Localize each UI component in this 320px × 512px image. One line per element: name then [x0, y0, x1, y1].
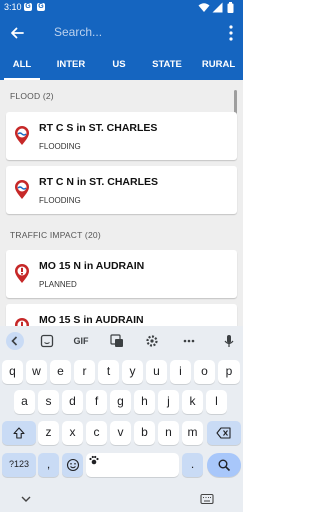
tab-all[interactable]: ALL: [0, 50, 44, 80]
key-z[interactable]: z: [38, 421, 59, 445]
list-item[interactable]: RT C S in ST. CHARLES FLOODING: [6, 112, 237, 160]
gif-button[interactable]: GIF: [72, 332, 90, 350]
paw-icon: [89, 455, 99, 465]
item-subtitle: PLANNED: [39, 280, 77, 289]
back-arrow-icon[interactable]: [6, 22, 28, 44]
tab-inter[interactable]: INTER: [44, 50, 98, 80]
item-subtitle: FLOODING: [39, 142, 81, 151]
key-f[interactable]: f: [86, 390, 107, 414]
chevron-left-icon: [11, 336, 18, 346]
flood-pin-icon: [15, 126, 29, 145]
keyboard-switch-icon[interactable]: [200, 493, 214, 505]
key-j[interactable]: j: [158, 390, 179, 414]
key-o[interactable]: o: [194, 360, 215, 384]
item-title: RT C N in ST. CHARLES: [39, 176, 159, 188]
more-horiz-icon: [183, 339, 195, 343]
item-title: MO 15 S in AUDRAIN: [39, 314, 144, 326]
tab-rural[interactable]: RURAL: [194, 50, 243, 80]
more-options-button[interactable]: [180, 332, 198, 350]
keyboard-toolbar: GIF: [0, 326, 243, 356]
sticker-icon: [40, 334, 54, 348]
key-w[interactable]: w: [26, 360, 47, 384]
symbols-key[interactable]: ?123: [2, 453, 36, 477]
traffic-impact-pin-icon: [15, 264, 29, 283]
key-s[interactable]: s: [38, 390, 59, 414]
tab-state[interactable]: STATE: [140, 50, 194, 80]
list-item[interactable]: RT C N in ST. CHARLES FLOODING: [6, 166, 237, 214]
translate-button[interactable]: [108, 332, 126, 350]
key-v[interactable]: v: [110, 421, 131, 445]
wifi-icon: [198, 3, 210, 12]
key-u[interactable]: u: [146, 360, 167, 384]
list-item[interactable]: MO 15 N in AUDRAIN PLANNED: [6, 250, 237, 298]
section-header-traffic-impact: TRAFFIC IMPACT (20): [10, 230, 101, 240]
key-k[interactable]: k: [182, 390, 203, 414]
list-item[interactable]: MO 15 S in AUDRAIN: [6, 304, 237, 326]
tab-us[interactable]: US: [98, 50, 140, 80]
key-r[interactable]: r: [74, 360, 95, 384]
item-subtitle: FLOODING: [39, 196, 81, 205]
microphone-icon: [224, 335, 234, 347]
shift-icon: [13, 427, 25, 439]
voice-input-button[interactable]: [220, 332, 238, 350]
key-g[interactable]: g: [110, 390, 131, 414]
key-q[interactable]: q: [2, 360, 23, 384]
key-l[interactable]: l: [206, 390, 227, 414]
battery-icon: [227, 2, 234, 13]
system-navigation-bar: [0, 488, 243, 512]
key-x[interactable]: x: [62, 421, 83, 445]
key-y[interactable]: y: [122, 360, 143, 384]
search-input[interactable]: Search...: [54, 25, 102, 39]
search-icon: [218, 459, 231, 472]
key-e[interactable]: e: [50, 360, 71, 384]
item-title: MO 15 N in AUDRAIN: [39, 260, 145, 272]
backspace-icon: [216, 427, 231, 439]
key-n[interactable]: n: [158, 421, 179, 445]
key-a[interactable]: a: [14, 390, 35, 414]
search-key[interactable]: [207, 453, 241, 477]
event-list[interactable]: FLOOD (2) RT C S in ST. CHARLES FLOODING…: [0, 80, 243, 326]
key-t[interactable]: t: [98, 360, 119, 384]
key-b[interactable]: b: [134, 421, 155, 445]
keyboard-collapse-button[interactable]: [6, 332, 24, 350]
item-title: RT C S in ST. CHARLES: [39, 122, 158, 134]
tab-bar: ALL INTER US STATE RURAL: [0, 50, 243, 80]
cellular-signal-icon: [212, 2, 223, 13]
key-p[interactable]: p: [218, 360, 240, 384]
on-screen-keyboard: GIF q w e r t y u i o p a s d f g h j k …: [0, 326, 243, 488]
status-time: 3:10: [4, 2, 22, 12]
emoji-icon: [66, 458, 79, 472]
emoji-key[interactable]: [62, 453, 83, 477]
translate-icon: [110, 334, 123, 347]
period-key[interactable]: .: [182, 453, 203, 477]
key-m[interactable]: m: [182, 421, 203, 445]
settings-button[interactable]: [143, 332, 161, 350]
section-header-flood: FLOOD (2): [10, 91, 54, 101]
more-vert-icon[interactable]: [225, 23, 237, 43]
comma-key[interactable]: ,: [38, 453, 59, 477]
shift-key[interactable]: [2, 421, 36, 445]
screen: 3:10 G G Search... ALL INTER US STATE RU…: [0, 0, 243, 512]
backspace-key[interactable]: [207, 421, 241, 445]
flood-pin-icon: [15, 180, 29, 199]
traffic-impact-pin-icon: [15, 318, 29, 326]
space-key[interactable]: [86, 453, 179, 477]
status-bar: 3:10 G G: [0, 0, 243, 16]
hide-keyboard-icon[interactable]: [20, 494, 32, 504]
notification-icon: G: [24, 3, 32, 11]
key-i[interactable]: i: [170, 360, 191, 384]
app-bar: Search...: [0, 16, 243, 50]
key-d[interactable]: d: [62, 390, 83, 414]
notification-icon: G: [37, 3, 45, 11]
gear-icon: [146, 335, 158, 347]
key-c[interactable]: c: [86, 421, 107, 445]
key-h[interactable]: h: [134, 390, 155, 414]
sticker-button[interactable]: [38, 332, 56, 350]
